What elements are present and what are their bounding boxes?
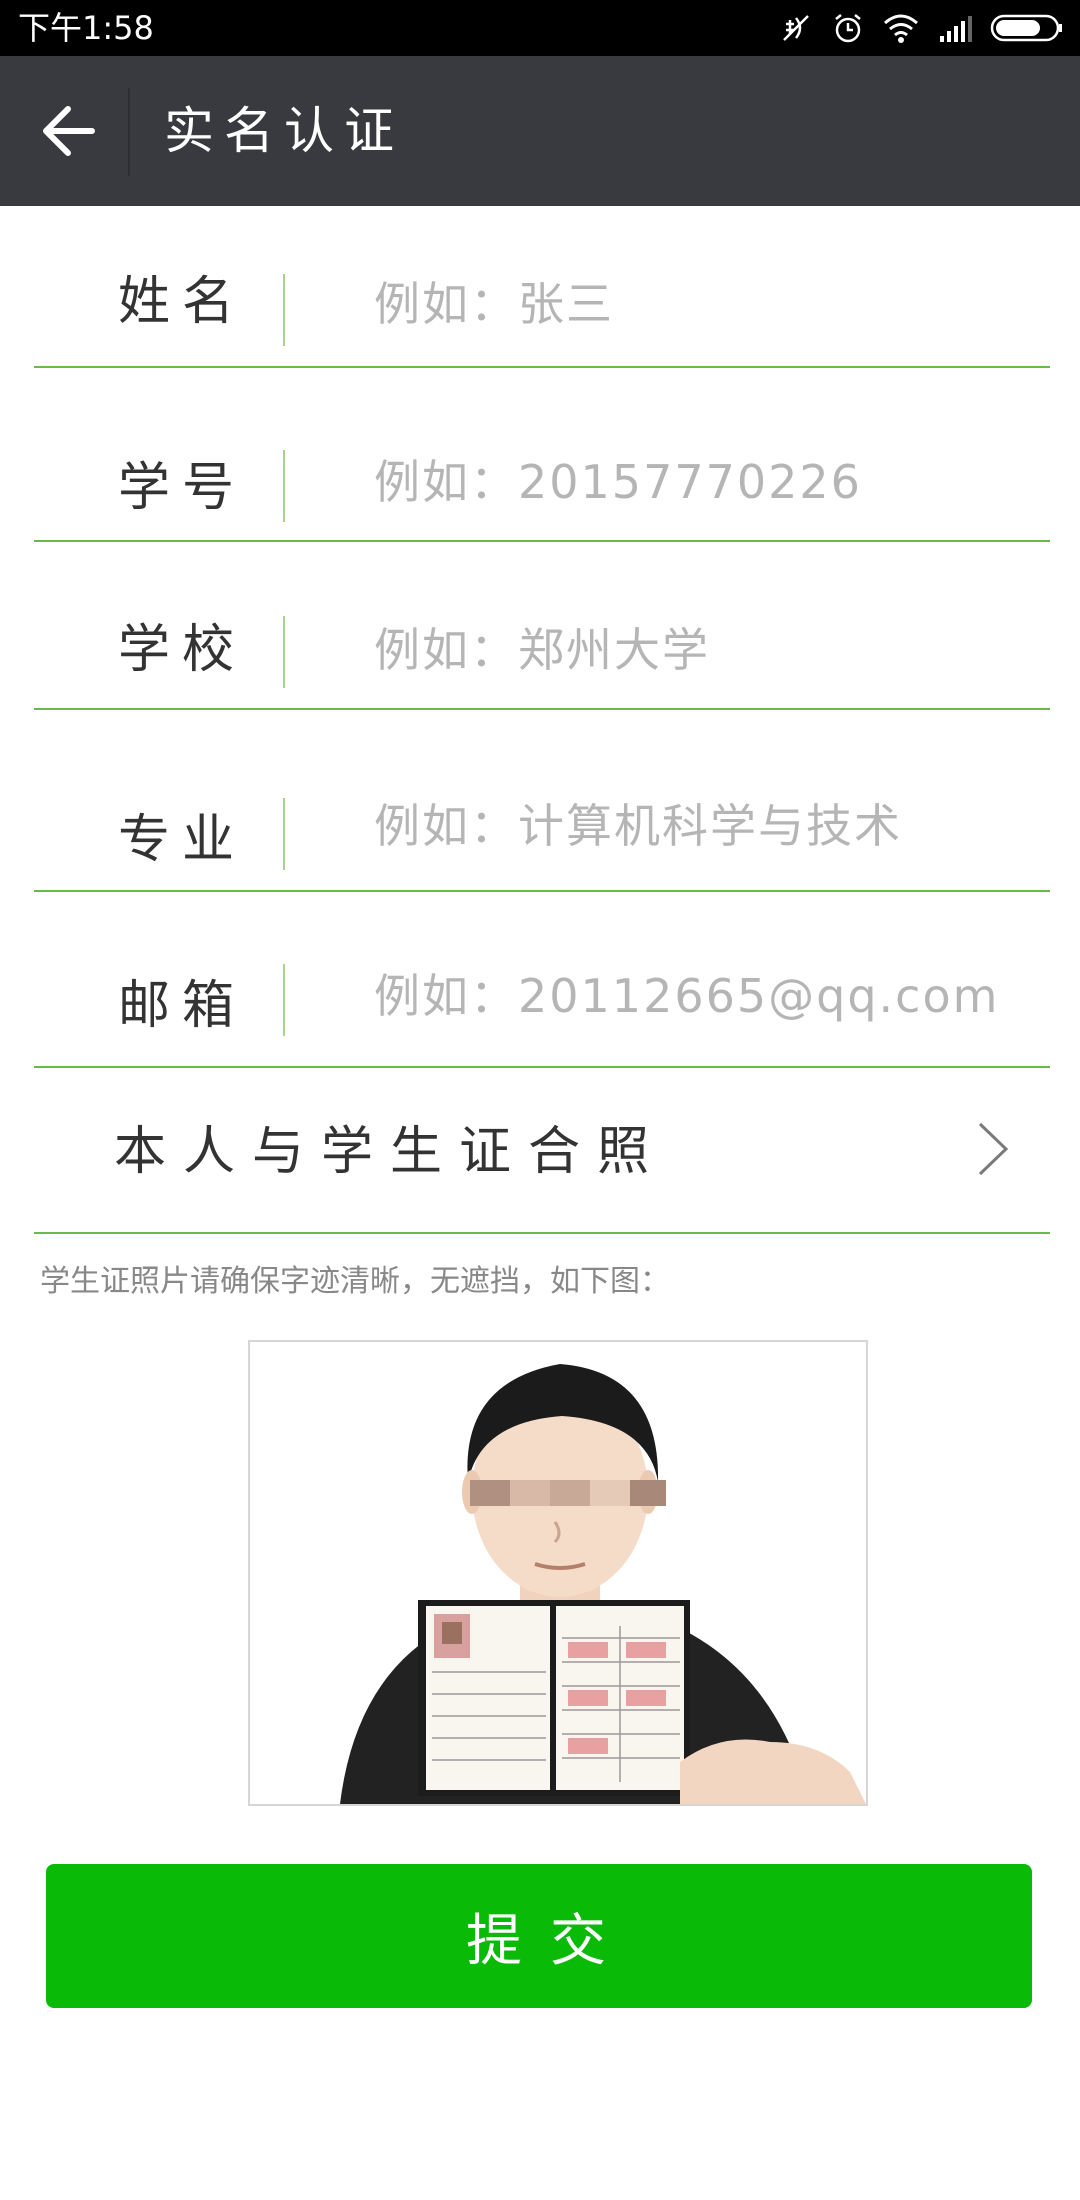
chevron-right-icon — [978, 1122, 1009, 1176]
signal-icon — [940, 16, 972, 42]
status-icons — [778, 8, 1064, 48]
school-row: 学校 — [34, 542, 1050, 710]
email-row: 邮箱 — [34, 892, 1050, 1068]
major-row: 专业 — [34, 710, 1050, 892]
name-separator — [283, 274, 285, 346]
name-row: 姓名 — [34, 206, 1050, 368]
status-bar: 下午1:58 — [0, 0, 1080, 56]
email-separator — [283, 964, 285, 1036]
app-bar: 实名认证 — [0, 56, 1080, 206]
name-label: 姓名 — [118, 272, 247, 332]
back-button[interactable] — [30, 96, 106, 166]
status-time: 下午1:58 — [18, 9, 154, 47]
major-separator — [283, 798, 285, 870]
photo-hint: 学生证照片请确保字迹清晰，无遮挡，如下图： — [40, 1264, 670, 1299]
wifi-icon — [884, 14, 918, 43]
back-arrow-icon — [43, 106, 95, 156]
sample-photo — [248, 1340, 868, 1806]
email-label: 邮箱 — [118, 976, 247, 1036]
student-id-row: 学号 — [34, 368, 1050, 542]
photo-upload-row[interactable]: 本人与学生证合照 — [34, 1068, 1050, 1234]
school-input[interactable] — [374, 618, 1044, 682]
student-id-separator — [283, 450, 285, 522]
sample-photo-illustration — [340, 1364, 866, 1804]
app-bar-divider — [128, 88, 130, 176]
student-id-label: 学号 — [118, 458, 247, 518]
major-input[interactable] — [374, 794, 1044, 858]
submit-button[interactable]: 提交 — [46, 1864, 1032, 2008]
school-label: 学校 — [118, 620, 247, 680]
major-label: 专业 — [118, 810, 247, 870]
battery-icon — [990, 14, 1062, 42]
page-title: 实名认证 — [164, 102, 404, 160]
row-divider — [34, 1232, 1050, 1234]
student-id-input[interactable] — [374, 450, 1044, 514]
alarm-icon — [835, 14, 861, 43]
photo-row-label: 本人与学生证合照 — [114, 1122, 667, 1182]
school-separator — [283, 616, 285, 688]
email-input[interactable] — [374, 964, 1044, 1028]
mute-icon — [783, 15, 809, 41]
name-input[interactable] — [374, 272, 1044, 336]
